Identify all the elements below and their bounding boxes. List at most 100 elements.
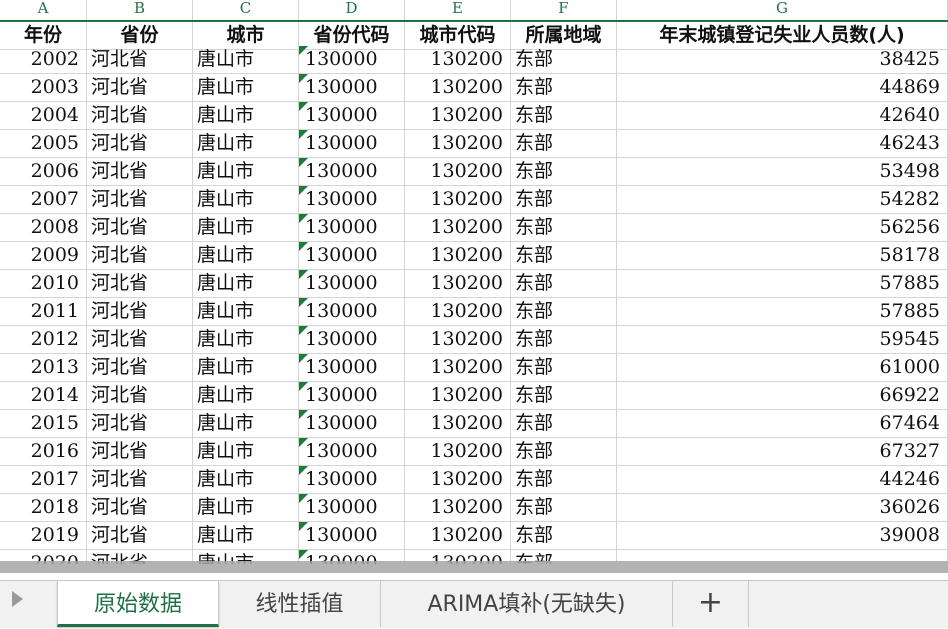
cell-city-code[interactable]: 130200 [405,298,511,325]
column-header-d[interactable]: D [299,0,405,20]
header-cell-unemployed[interactable]: 年末城镇登记失业人员数(人) [617,22,948,49]
cell-city[interactable]: 唐山市 [193,186,299,213]
cell-unemployed[interactable]: 57885 [617,298,948,325]
sheet-tab-arima[interactable]: ARIMA填补(无缺失) [381,581,673,627]
cell-year[interactable]: 2004 [0,102,87,129]
cell-unemployed[interactable]: 59545 [617,326,948,353]
cell-province[interactable]: 河北省 [87,326,193,353]
cell-city[interactable]: 唐山市 [193,410,299,437]
cell-province[interactable]: 河北省 [87,74,193,101]
frozen-pane-divider[interactable] [0,561,948,573]
cell-region[interactable]: 东部 [511,158,617,185]
cell-province[interactable]: 河北省 [87,214,193,241]
cell-year[interactable]: 2018 [0,494,87,521]
cell-region[interactable]: 东部 [511,466,617,493]
cell-city-code[interactable]: 130200 [405,186,511,213]
cell-province-code[interactable]: 130000 [299,522,405,549]
cell-city[interactable]: 唐山市 [193,214,299,241]
cell-city-code[interactable]: 130200 [405,494,511,521]
header-cell-province[interactable]: 省份 [87,22,193,49]
cell-city[interactable]: 唐山市 [193,158,299,185]
cell-city[interactable]: 唐山市 [193,242,299,269]
cell-province-code[interactable]: 130000 [299,186,405,213]
cell-city[interactable]: 唐山市 [193,74,299,101]
cell-unemployed[interactable]: 61000 [617,354,948,381]
cell-unemployed[interactable]: 46243 [617,130,948,157]
cell-province[interactable]: 河北省 [87,130,193,157]
cell-province-code[interactable]: 130000 [299,494,405,521]
cell-region[interactable]: 东部 [511,102,617,129]
cell-unemployed[interactable]: 54282 [617,186,948,213]
header-cell-year[interactable]: 年份 [0,22,87,49]
cell-year[interactable]: 2014 [0,382,87,409]
cell-city-code[interactable]: 130200 [405,382,511,409]
cell-city[interactable]: 唐山市 [193,326,299,353]
cell-city-code[interactable]: 130200 [405,522,511,549]
cell-city-code[interactable]: 130200 [405,354,511,381]
cell-province[interactable]: 河北省 [87,102,193,129]
cell-unemployed[interactable]: 66922 [617,382,948,409]
cell-unemployed[interactable]: 67464 [617,410,948,437]
cell-region[interactable]: 东部 [511,522,617,549]
cell-province-code[interactable]: 130000 [299,270,405,297]
cell-province-code[interactable]: 130000 [299,74,405,101]
cell-year[interactable]: 2003 [0,74,87,101]
cell-city[interactable]: 唐山市 [193,494,299,521]
column-header-b[interactable]: B [87,0,193,20]
cell-year[interactable]: 2010 [0,270,87,297]
cell-city[interactable]: 唐山市 [193,466,299,493]
cell-unemployed[interactable]: 44246 [617,466,948,493]
cell-province-code[interactable]: 130000 [299,242,405,269]
cell-province[interactable]: 河北省 [87,466,193,493]
cell-region[interactable]: 东部 [511,354,617,381]
cell-year[interactable]: 2011 [0,298,87,325]
cell-city[interactable]: 唐山市 [193,46,299,73]
cell-province-code[interactable]: 130000 [299,466,405,493]
cell-province[interactable]: 河北省 [87,242,193,269]
cell-province[interactable]: 河北省 [87,186,193,213]
cell-province-code[interactable]: 130000 [299,158,405,185]
cell-province-code[interactable]: 130000 [299,298,405,325]
cell-unemployed[interactable]: 38425 [617,46,948,73]
cell-city[interactable]: 唐山市 [193,382,299,409]
cell-city-code[interactable]: 130200 [405,46,511,73]
cell-province-code[interactable]: 130000 [299,102,405,129]
cell-province[interactable]: 河北省 [87,298,193,325]
cell-city-code[interactable]: 130200 [405,74,511,101]
column-header-c[interactable]: C [193,0,299,20]
cell-city-code[interactable]: 130200 [405,242,511,269]
cell-region[interactable]: 东部 [511,186,617,213]
cell-unemployed[interactable]: 42640 [617,102,948,129]
cell-region[interactable]: 东部 [511,242,617,269]
cell-region[interactable]: 东部 [511,382,617,409]
column-header-a[interactable]: A [0,0,87,20]
cell-year[interactable]: 2019 [0,522,87,549]
cell-unemployed[interactable]: 58178 [617,242,948,269]
cell-year[interactable]: 2015 [0,410,87,437]
cell-year[interactable]: 2016 [0,438,87,465]
cell-city[interactable]: 唐山市 [193,354,299,381]
cell-region[interactable]: 东部 [511,410,617,437]
cell-city-code[interactable]: 130200 [405,130,511,157]
cell-province[interactable]: 河北省 [87,522,193,549]
cell-year[interactable]: 2002 [0,46,87,73]
cell-province-code[interactable]: 130000 [299,354,405,381]
cell-unemployed[interactable]: 39008 [617,522,948,549]
cell-region[interactable]: 东部 [511,438,617,465]
cell-province[interactable]: 河北省 [87,438,193,465]
cell-region[interactable]: 东部 [511,130,617,157]
cell-province-code[interactable]: 130000 [299,326,405,353]
cell-city-code[interactable]: 130200 [405,102,511,129]
cell-province-code[interactable]: 130000 [299,214,405,241]
cell-unemployed[interactable]: 44869 [617,74,948,101]
header-cell-city[interactable]: 城市 [193,22,299,49]
cell-city-code[interactable]: 130200 [405,466,511,493]
cell-year[interactable]: 2017 [0,466,87,493]
sheet-nav-prev-icon[interactable] [8,581,26,627]
cell-region[interactable]: 东部 [511,270,617,297]
header-cell-city-code[interactable]: 城市代码 [405,22,511,49]
cell-year[interactable]: 2007 [0,186,87,213]
cell-year[interactable]: 2005 [0,130,87,157]
cell-city-code[interactable]: 130200 [405,438,511,465]
cell-year[interactable]: 2013 [0,354,87,381]
